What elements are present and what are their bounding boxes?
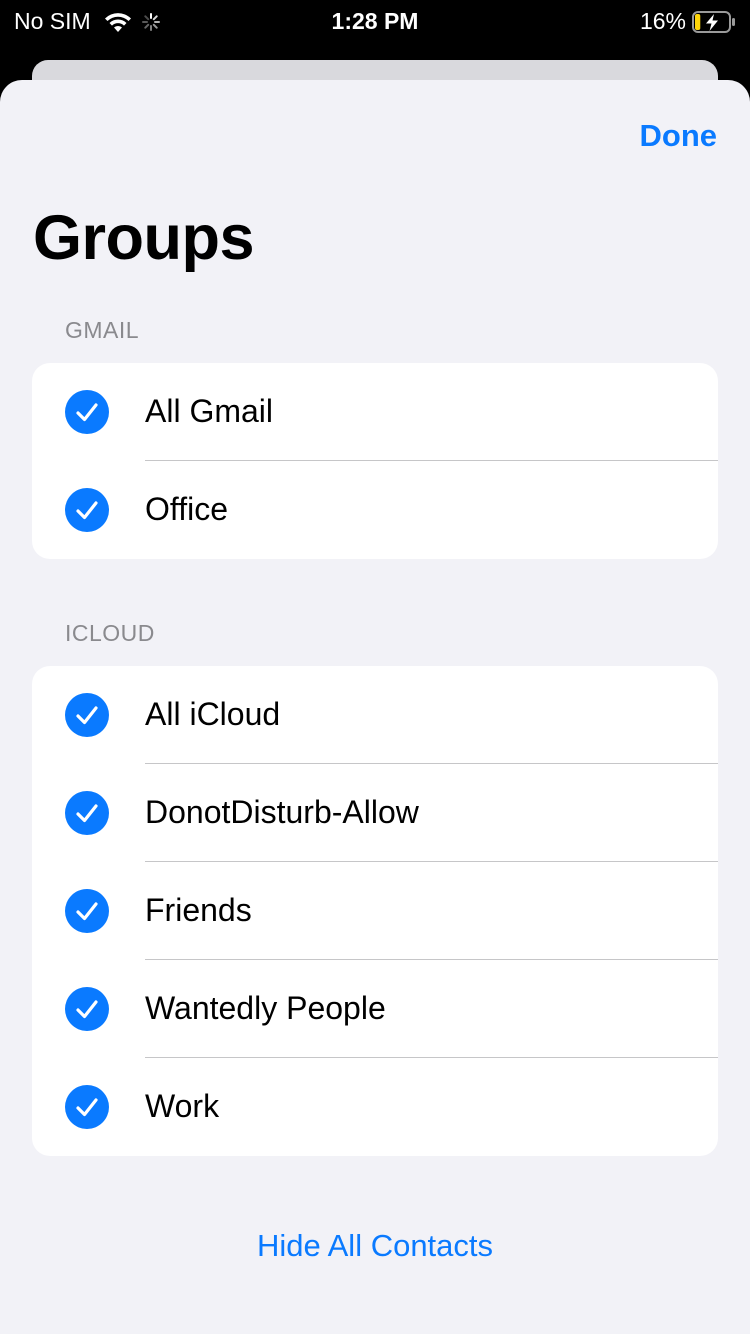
battery-charging-icon bbox=[692, 10, 735, 33]
checkmark-icon bbox=[65, 390, 109, 434]
group-row-friends[interactable]: Friends bbox=[32, 862, 718, 960]
checkmark-icon bbox=[65, 791, 109, 835]
group-row-all-gmail[interactable]: All Gmail bbox=[32, 363, 718, 461]
group-label: Wantedly People bbox=[145, 990, 386, 1026]
section-header-icloud: ICLOUD bbox=[65, 620, 155, 646]
status-bar: No SIM 1:28 PM 16% bbox=[0, 0, 750, 42]
checkmark-icon bbox=[65, 987, 109, 1031]
done-button[interactable]: Done bbox=[640, 118, 718, 154]
group-label: All Gmail bbox=[145, 393, 274, 429]
page-title: Groups bbox=[33, 203, 255, 273]
group-label: DonotDisturb-Allow bbox=[145, 794, 419, 830]
group-row-wantedly-people[interactable]: Wantedly People bbox=[32, 960, 718, 1058]
group-label: Office bbox=[145, 491, 228, 527]
hide-all-contacts-button[interactable]: Hide All Contacts bbox=[0, 1228, 750, 1264]
group-row-donotdisturb-allow[interactable]: DonotDisturb-Allow bbox=[32, 764, 718, 862]
status-time: 1:28 PM bbox=[331, 8, 419, 34]
status-bar-right: 16% bbox=[640, 8, 736, 35]
group-row-work[interactable]: Work bbox=[32, 1058, 718, 1156]
group-list-icloud: All iCloud DonotDisturb-Allow Friends Wa… bbox=[32, 666, 718, 1156]
checkmark-icon bbox=[65, 889, 109, 933]
group-label: Friends bbox=[145, 892, 252, 928]
group-list-gmail: All Gmail Office bbox=[32, 363, 718, 559]
checkmark-icon bbox=[65, 693, 109, 737]
group-label: All iCloud bbox=[145, 696, 281, 732]
group-row-all-icloud[interactable]: All iCloud bbox=[32, 666, 718, 764]
groups-sheet: Done Groups GMAIL All Gmail Office ICLOU… bbox=[0, 80, 750, 1334]
section-header-gmail: GMAIL bbox=[65, 317, 140, 343]
checkmark-icon bbox=[65, 1085, 109, 1129]
battery-percent: 16% bbox=[639, 8, 686, 34]
group-row-office[interactable]: Office bbox=[32, 461, 718, 559]
group-label: Work bbox=[145, 1088, 220, 1124]
checkmark-icon bbox=[65, 488, 109, 532]
